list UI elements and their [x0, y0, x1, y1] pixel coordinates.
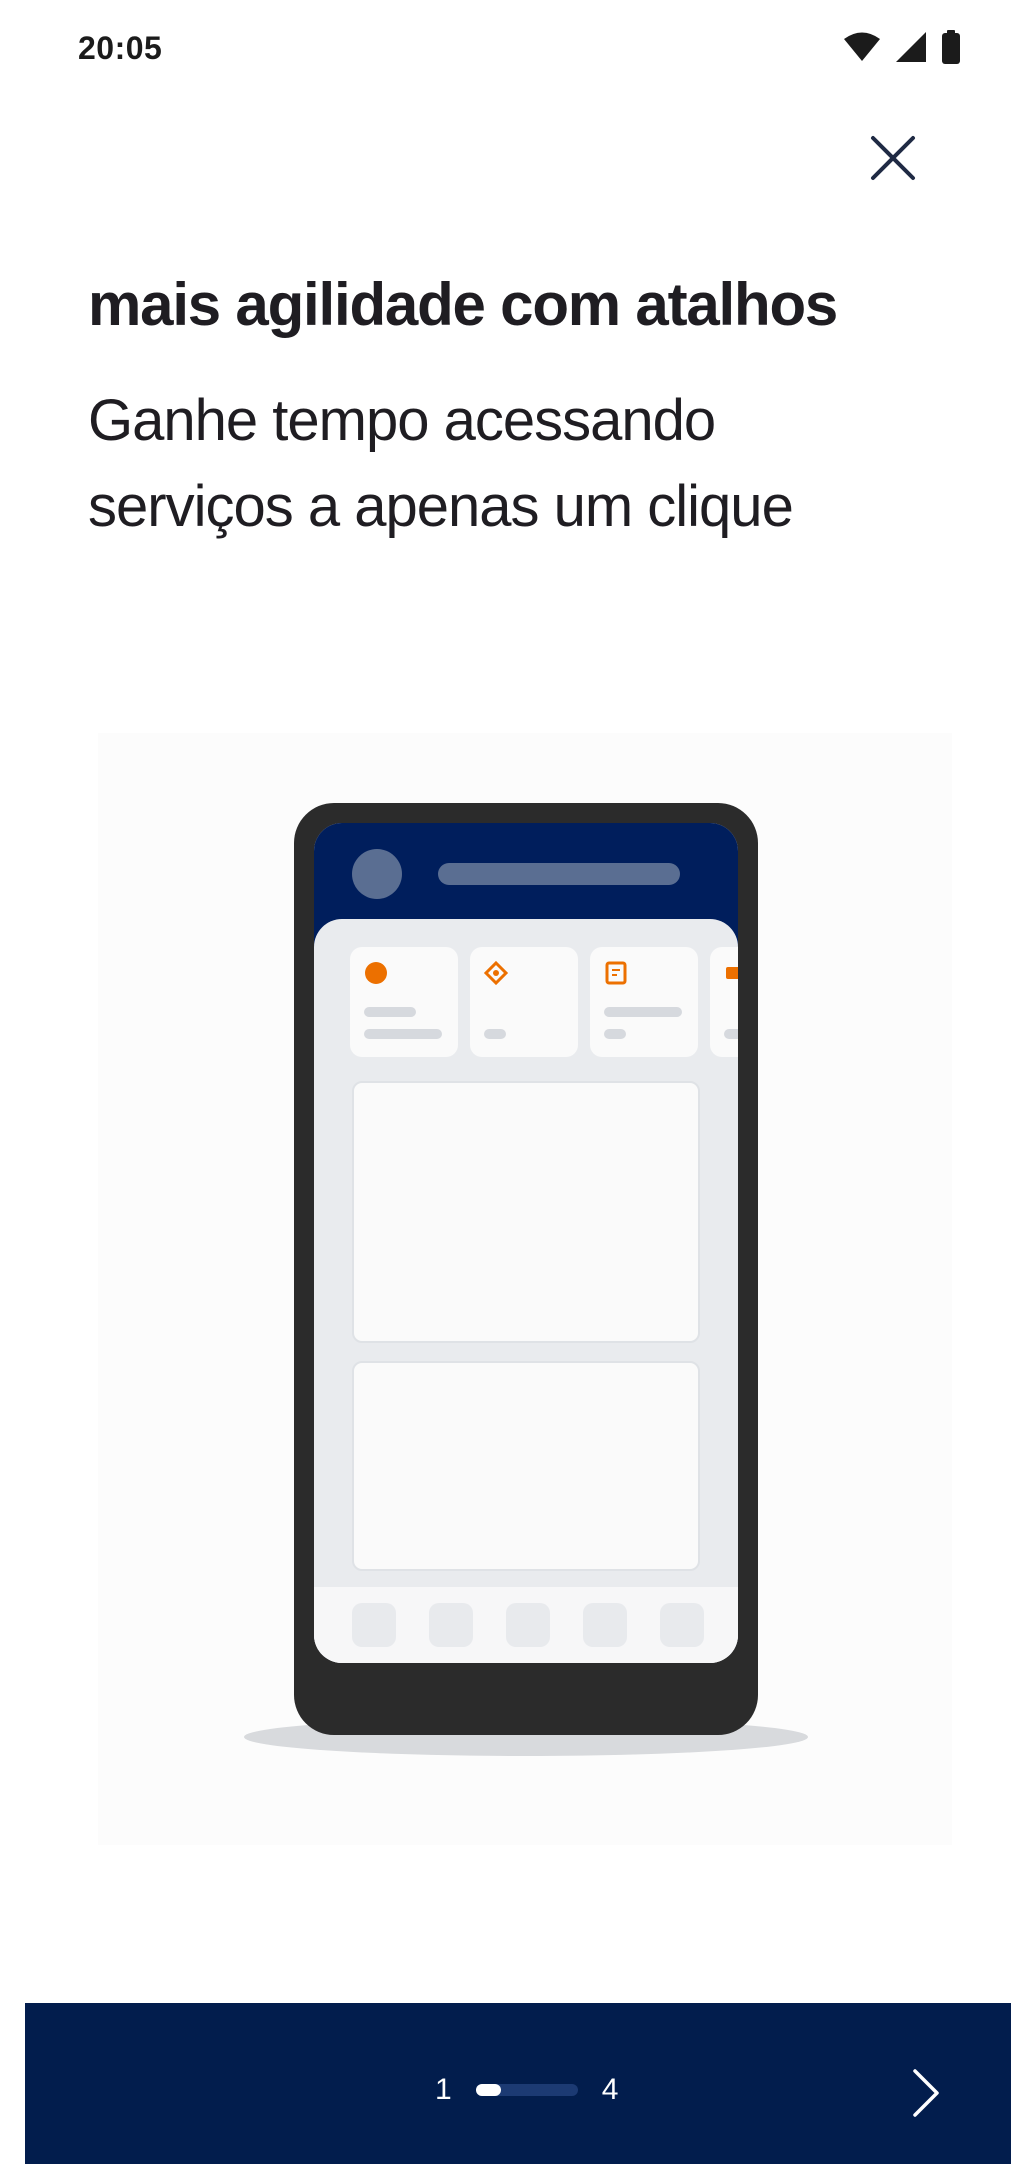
next-button[interactable]: [901, 2063, 951, 2123]
chevron-right-icon: [913, 2069, 939, 2117]
page-title: mais agilidade com atalhos: [88, 271, 838, 338]
placeholder-line: [604, 1029, 626, 1039]
tab-placeholder: [352, 1603, 396, 1647]
phone-mockup: [294, 803, 758, 1735]
diamond-icon: [484, 961, 508, 985]
placeholder-line: [364, 1007, 416, 1017]
phone-tabbar: [314, 1587, 738, 1663]
dot-icon: [365, 962, 387, 984]
wifi-icon: [843, 32, 881, 67]
onboarding-screen: 20:05 mais agilidade com atalhos Ganhe t…: [0, 0, 1011, 2164]
content-card: [352, 1361, 700, 1571]
shortcut-card: [350, 947, 458, 1057]
placeholder-line: [604, 1007, 682, 1017]
avatar-placeholder: [352, 849, 402, 899]
pager-progress-fill: [475, 2084, 502, 2096]
header-placeholder-bar: [438, 863, 680, 885]
placeholder-line: [364, 1029, 442, 1039]
tab-placeholder: [583, 1603, 627, 1647]
signal-icon: [895, 31, 927, 68]
tab-placeholder: [506, 1603, 550, 1647]
shortcut-card: [470, 947, 578, 1057]
placeholder-line: [724, 1029, 738, 1039]
placeholder-line: [484, 1029, 506, 1039]
shortcut-card: [590, 947, 698, 1057]
card-icon: [726, 967, 738, 979]
phone-screen: [314, 823, 738, 1663]
tab-placeholder: [660, 1603, 704, 1647]
status-icons: [843, 30, 961, 69]
phone-body: [314, 919, 738, 1663]
close-button[interactable]: [865, 130, 921, 186]
pager-progress-track: [475, 2084, 578, 2096]
shortcut-card: [710, 947, 738, 1057]
phone-illustration: [98, 733, 952, 1845]
status-bar: 20:05: [0, 0, 1011, 100]
bottom-navigation-bar: 1 4: [25, 2003, 1011, 2164]
pager-total: 4: [601, 2073, 619, 2106]
battery-icon: [941, 30, 961, 69]
close-icon: [871, 136, 915, 180]
pager-current: 1: [435, 2073, 452, 2106]
tab-placeholder: [429, 1603, 473, 1647]
content-card: [352, 1081, 700, 1343]
page-indicator: 1 4: [435, 2073, 618, 2107]
page-subtitle: Ganhe tempo acessando serviços a apenas …: [88, 388, 794, 539]
status-time: 20:05: [78, 30, 163, 66]
document-icon: [605, 961, 627, 985]
